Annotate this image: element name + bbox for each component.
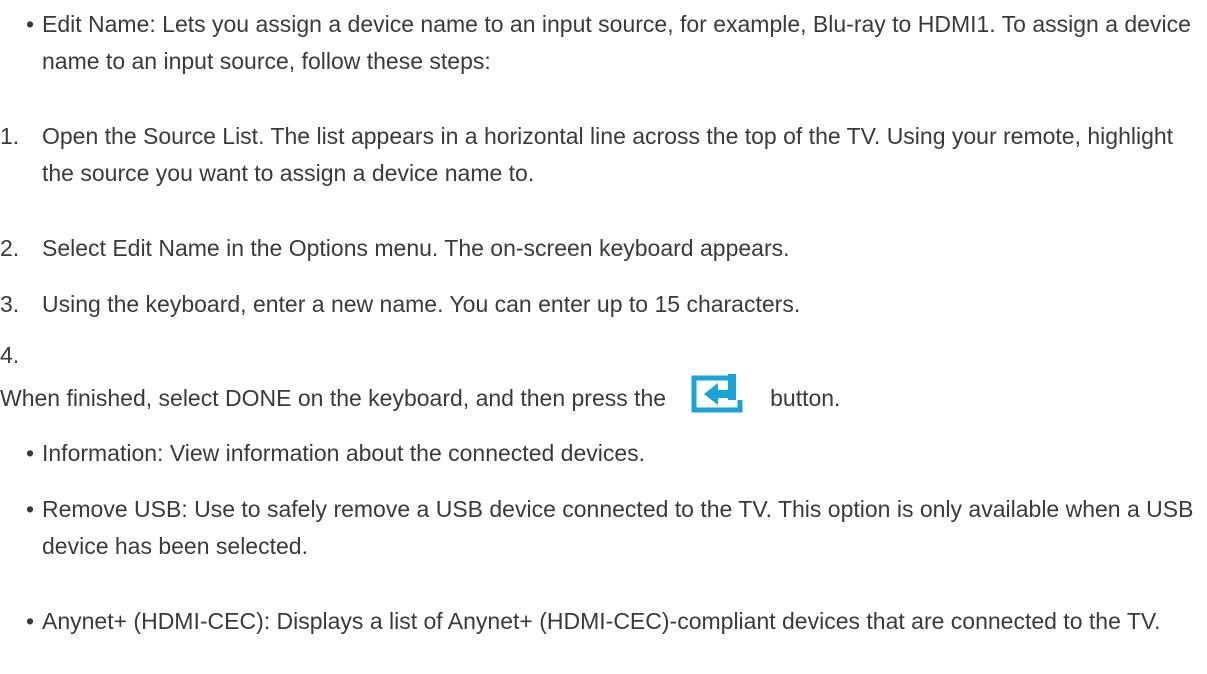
step-4-body: When finished, select DONE on the keyboa… [0,370,1200,417]
information-description: Information: View information about the … [42,440,646,466]
step-number: 1. [0,123,20,149]
list-item-anynet: • Anynet+ (HDMI-CEC): Displays a list of… [0,603,1200,640]
step-1-text: Open the Source List. The list appears i… [42,123,1174,186]
list-item-remove-usb: • Remove USB: Use to safely remove a USB… [0,491,1200,565]
enter-key-icon [688,370,746,416]
document-page: • Edit Name: Lets you assign a device na… [0,0,1207,674]
step-2: 2. Select Edit Name in the Options menu.… [0,230,1200,267]
anynet-description: Anynet+ (HDMI-CEC): Displays a list of A… [42,608,1161,634]
step-4-text: When finished, select DONE on the keyboa… [0,385,667,411]
step-number: 2. [0,235,20,261]
list-item-information: • Information: View information about th… [0,435,1200,472]
step-number: 4. [0,342,20,368]
bullet-marker: • [26,440,35,466]
list-item-edit-name: • Edit Name: Lets you assign a device na… [0,6,1200,80]
remove-usb-description: Remove USB: Use to safely remove a USB d… [42,496,1194,559]
step-1: 1. Open the Source List. The list appear… [0,118,1200,192]
bullet-marker: • [26,608,35,634]
edit-name-description: Edit Name: Lets you assign a device name… [42,11,1191,74]
step-3: 3. Using the keyboard, enter a new name.… [0,286,1200,323]
bullet-marker: • [26,11,35,37]
step-number: 3. [0,291,20,317]
step-3-text: Using the keyboard, enter a new name. Yo… [42,291,801,317]
step-4-text-end: button. [770,385,841,411]
step-2-text: Select Edit Name in the Options menu. Th… [42,235,790,261]
bullet-marker: • [26,496,35,522]
